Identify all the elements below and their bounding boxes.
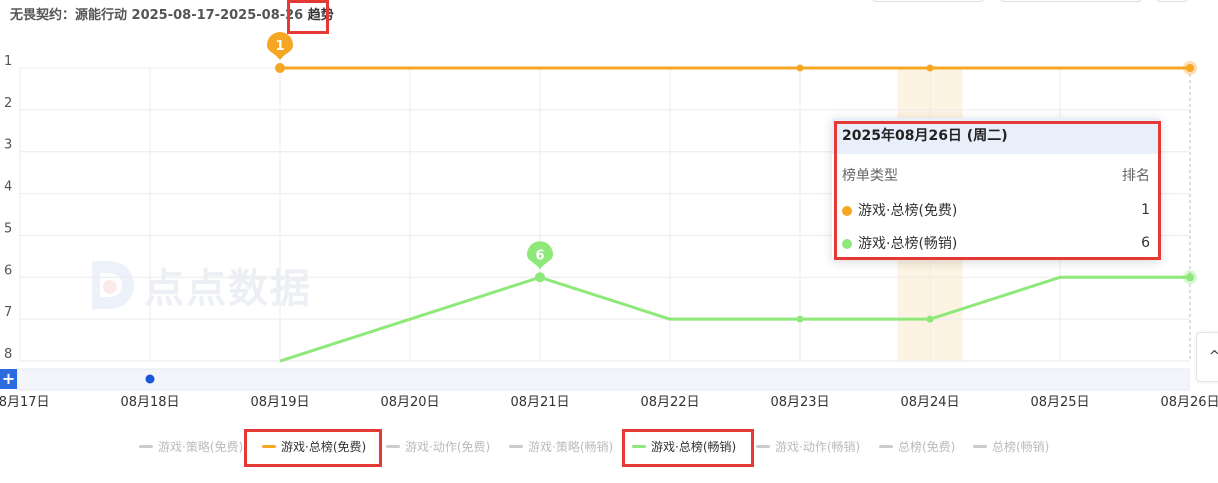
y-tick-label: 3 xyxy=(4,138,12,153)
x-tick-label: 08月19日 xyxy=(250,395,309,410)
zoom-plus-button[interactable]: + xyxy=(0,369,17,389)
legend-swatch-icon xyxy=(139,444,153,448)
legend-label: 游戏·总榜(免费) xyxy=(281,439,367,454)
marker-point[interactable] xyxy=(535,272,545,283)
legend-label: 总榜(畅销) xyxy=(992,439,1050,454)
data-point[interactable] xyxy=(1186,273,1194,282)
x-tick-label: 08月21日 xyxy=(510,395,569,410)
tooltip-col-rank: 排名 xyxy=(1122,168,1150,184)
tooltip-date: 2025年08月26日 (周二) xyxy=(832,118,1160,154)
scroll-top-button[interactable]: ^ xyxy=(1196,332,1218,382)
legend-label: 游戏·动作(畅销) xyxy=(775,439,861,454)
legend-swatch-icon xyxy=(973,444,987,448)
data-point[interactable] xyxy=(796,315,804,323)
y-tick-label: 2 xyxy=(4,96,12,111)
marker-label: 1 xyxy=(275,39,284,54)
zoom-slider-handle[interactable] xyxy=(145,374,155,384)
series-dot-icon xyxy=(842,239,852,249)
legend-item[interactable]: 游戏·动作(免费) xyxy=(386,436,490,456)
legend-label: 总榜(免费) xyxy=(898,439,956,454)
x-tick-label: 08月20日 xyxy=(380,395,439,410)
y-tick-label: 8 xyxy=(4,347,12,362)
legend-item[interactable]: 游戏·动作(畅销) xyxy=(756,436,860,456)
y-tick-label: 5 xyxy=(4,221,12,236)
y-tick-label: 4 xyxy=(4,180,12,195)
chevron-up-icon: ^ xyxy=(1209,349,1218,364)
legend-item[interactable]: 游戏·策略(畅销) xyxy=(509,436,613,456)
legend-label: 游戏·策略(免费) xyxy=(158,439,244,454)
x-tick-label: 08月22日 xyxy=(640,395,699,410)
data-point[interactable] xyxy=(796,64,804,72)
chart-legend: 游戏·策略(免费) 游戏·总榜(免费) 游戏·动作(免费) 游戏·策略(畅销) … xyxy=(0,436,1218,456)
legend-swatch-icon xyxy=(509,444,523,448)
plus-icon: + xyxy=(1,369,16,388)
tooltip-header-row: 榜单类型 排名 xyxy=(842,165,1150,185)
y-tick-label: 1 xyxy=(4,54,12,69)
tooltip-row-value: 6 xyxy=(1141,235,1150,251)
y-tick-label: 7 xyxy=(4,305,12,320)
tooltip-row: 游戏·总榜(畅销) 6 xyxy=(842,233,1150,253)
marker-label: 6 xyxy=(535,248,544,263)
x-tick-label: 08月18日 xyxy=(120,395,179,410)
x-tick-label: 08月25日 xyxy=(1030,395,1089,410)
tooltip-row-value: 1 xyxy=(1141,202,1150,218)
marker-point[interactable] xyxy=(275,63,285,73)
tooltip-col-type: 榜单类型 xyxy=(842,168,898,184)
x-tick-label: 08月23日 xyxy=(770,395,829,410)
tooltip-row-label: 游戏·总榜(免费) xyxy=(858,203,958,219)
legend-label: 游戏·策略(畅销) xyxy=(528,439,614,454)
legend-item[interactable]: 游戏·总榜(免费) xyxy=(262,436,366,456)
legend-item[interactable]: 游戏·总榜(畅销) xyxy=(632,436,736,456)
legend-swatch-icon xyxy=(386,444,400,448)
data-point[interactable] xyxy=(1186,64,1194,72)
legend-swatch-icon xyxy=(262,444,276,448)
tooltip-row: 游戏·总榜(免费) 1 xyxy=(842,200,1150,220)
legend-swatch-icon xyxy=(879,444,893,448)
x-tick-label: 08月17日 xyxy=(0,395,50,410)
data-point[interactable] xyxy=(926,315,934,323)
y-tick-label: 6 xyxy=(4,263,12,278)
x-tick-label: 08月26日 xyxy=(1160,395,1218,410)
zoom-slider-track[interactable] xyxy=(16,368,1190,391)
legend-item[interactable]: 游戏·策略(免费) xyxy=(139,436,243,456)
tooltip-row-label: 游戏·总榜(畅销) xyxy=(858,236,958,252)
legend-swatch-icon xyxy=(756,444,770,448)
data-point[interactable] xyxy=(926,64,934,72)
legend-item[interactable]: 总榜(畅销) xyxy=(973,436,1049,456)
tooltip: 2025年08月26日 (周二) 榜单类型 排名 游戏·总榜(免费) 1 游戏·… xyxy=(832,118,1160,260)
legend-item[interactable]: 总榜(免费) xyxy=(879,436,955,456)
legend-label: 游戏·动作(免费) xyxy=(405,439,491,454)
series-dot-icon xyxy=(842,206,852,216)
legend-label: 游戏·总榜(畅销) xyxy=(651,439,737,454)
legend-swatch-icon xyxy=(632,444,646,448)
x-tick-label: 08月24日 xyxy=(900,395,959,410)
